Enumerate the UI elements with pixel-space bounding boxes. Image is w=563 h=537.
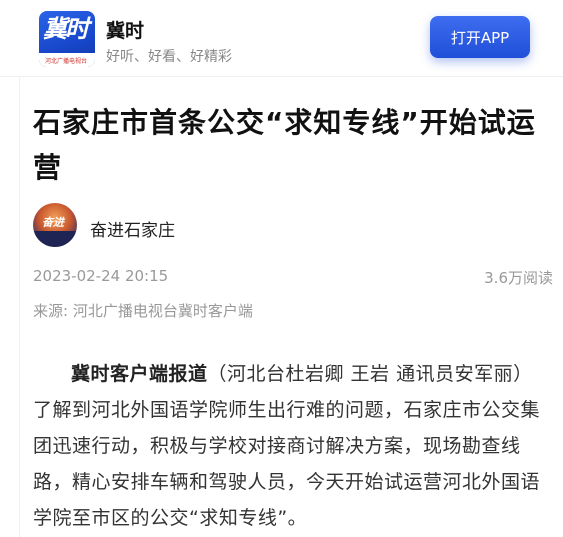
avatar-mark: 奋进 [42,216,64,229]
article-lead: 冀时客户端报道 [71,363,208,385]
publish-time: 2023-02-24 20:15 [33,267,169,285]
article-body: 冀时客户端报道（河北台杜岩卿 王岩 通讯员安军丽）了解到河北外国语学院师生出行难… [33,356,545,536]
app-download-banner: 冀时 河北广播电视台 冀时 好听、好看、好精彩 打开APP [0,0,563,77]
article-source: 来源: 河北广播电视台冀时客户端 [33,302,253,320]
app-logo[interactable]: 冀时 河北广播电视台 [39,11,95,67]
author-name[interactable]: 奋进石家庄 [90,216,175,241]
article-body-text: （河北台杜岩卿 王岩 通讯员安军丽）了解到河北外国语学院师生出行难的问题，石家庄… [33,363,541,529]
app-name: 冀时 [106,20,145,42]
read-count: 3.6万阅读 [484,269,553,287]
content-divider [19,77,20,537]
app-logo-glyph: 冀时 [43,14,89,43]
open-app-button[interactable]: 打开APP [430,16,530,58]
app-logo-subtext: 河北广播电视台 [45,58,88,65]
article-title: 石家庄市首条公交“求知专线”开始试运营 [33,106,536,184]
avatar-skyline [33,231,77,247]
author-avatar[interactable]: 奋进 [33,203,77,247]
app-slogan: 好听、好看、好精彩 [106,49,232,65]
